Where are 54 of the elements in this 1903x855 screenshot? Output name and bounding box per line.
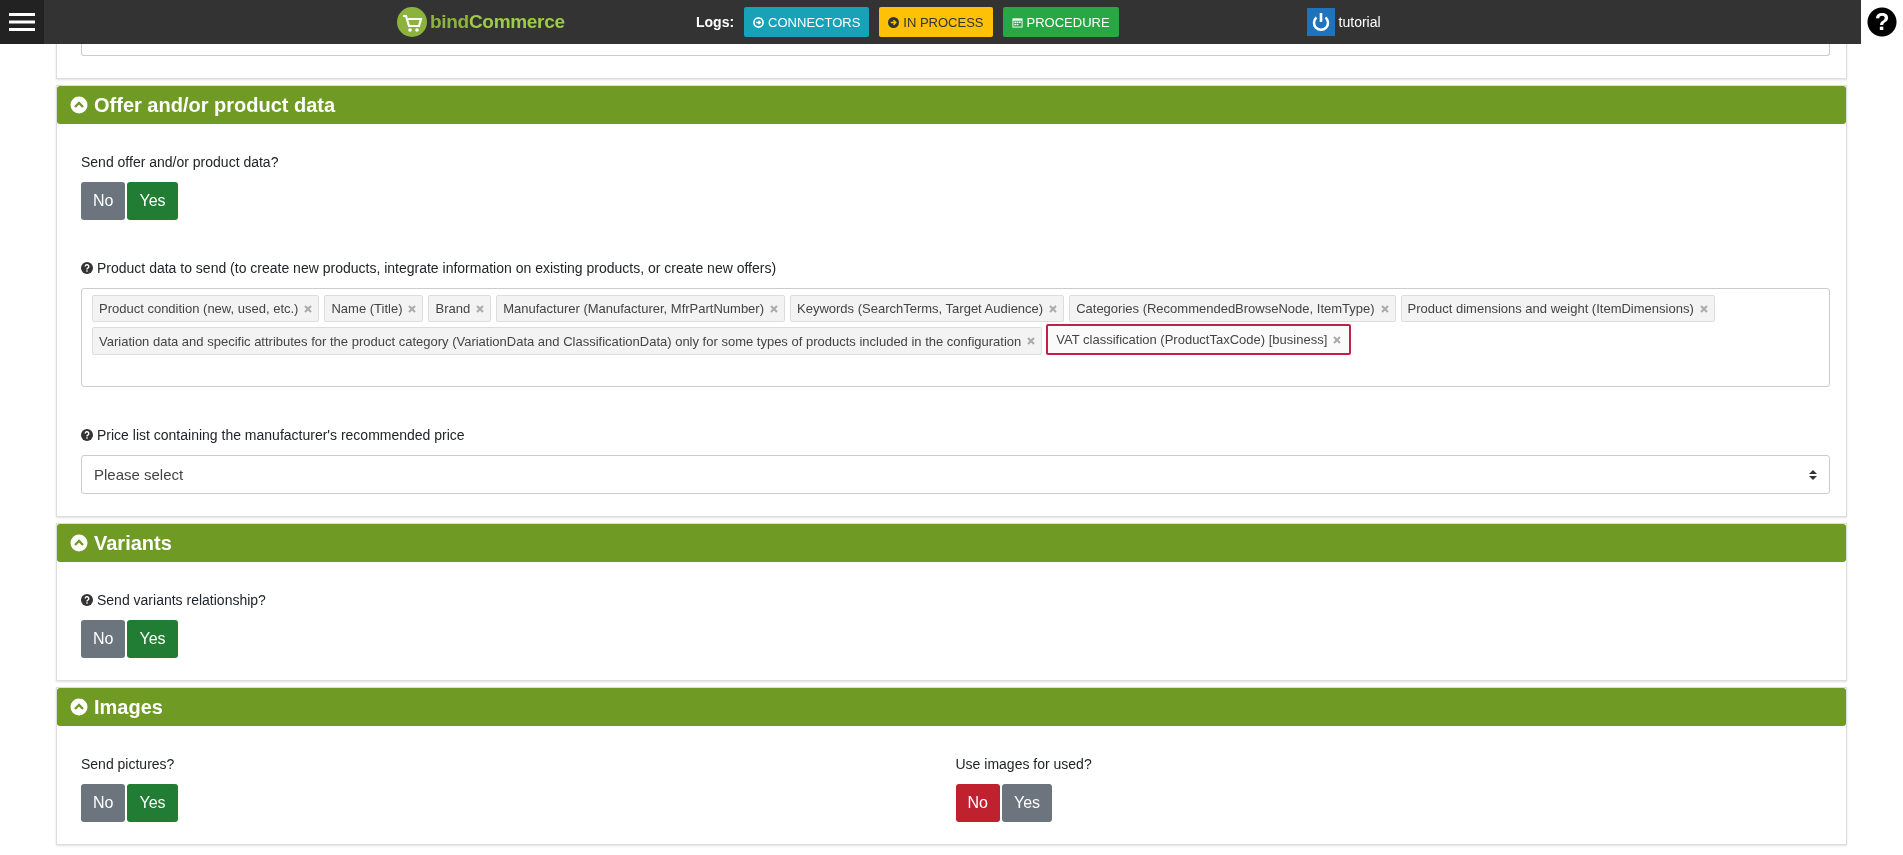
chevron-circle-icon bbox=[70, 698, 88, 716]
help-button[interactable]: ? bbox=[1861, 0, 1903, 44]
field-label: Use images for used? bbox=[955, 756, 1092, 772]
remove-icon[interactable] bbox=[1027, 337, 1036, 345]
toggle-option[interactable]: No bbox=[81, 620, 126, 658]
toggle-option[interactable]: Yes bbox=[127, 784, 178, 822]
arrow-circle-icon bbox=[888, 16, 900, 28]
input-field[interactable] bbox=[81, 43, 1830, 56]
toggle-option[interactable]: No bbox=[81, 784, 126, 822]
calendar-icon bbox=[1011, 16, 1023, 28]
remove-icon[interactable] bbox=[1333, 335, 1342, 344]
logo-text: bindCommerce bbox=[430, 11, 565, 33]
toggle-option[interactable]: Yes bbox=[1001, 784, 1053, 822]
user-name[interactable]: tutorial bbox=[1338, 14, 1381, 30]
remove-icon[interactable] bbox=[408, 304, 417, 313]
menu-button[interactable] bbox=[0, 0, 44, 44]
tag[interactable]: VAT classification (ProductTaxCode) [business] bbox=[1046, 324, 1352, 355]
remove-icon[interactable] bbox=[304, 304, 313, 313]
chevron-circle-icon bbox=[70, 96, 88, 114]
logs-label: Logs: bbox=[696, 14, 735, 30]
toggle-option[interactable]: No bbox=[81, 182, 126, 220]
remove-icon[interactable] bbox=[1049, 304, 1058, 313]
tag[interactable]: Product dimensions and weight (ItemDimensions) bbox=[1400, 295, 1715, 322]
field-label: Send offer and/or product data? bbox=[81, 154, 279, 170]
section-title: Variants bbox=[94, 531, 172, 555]
remove-icon[interactable] bbox=[770, 304, 778, 313]
tag[interactable]: Product condition (new, used, etc.) bbox=[92, 295, 320, 322]
tag[interactable]: Manufacturer (Manufacturer, MfrPartNumber) bbox=[496, 295, 785, 322]
tag[interactable]: Name (Title) bbox=[324, 295, 424, 322]
tag[interactable]: Variation data and specific attributes for the product category (VariationData and ClassificationData) only for some types of products included in the configuration bbox=[92, 327, 1043, 355]
field-label: Product data to send (to create new products, integrate information on existing products, or create new offers) bbox=[97, 260, 777, 276]
log-button[interactable]: IN PROCESS bbox=[879, 7, 993, 37]
tag[interactable]: Brand bbox=[428, 295, 492, 322]
tags-field[interactable] bbox=[81, 288, 1830, 387]
menu-icon bbox=[9, 12, 35, 32]
field-label: Send pictures? bbox=[81, 756, 175, 772]
section-title: Images bbox=[94, 695, 163, 719]
remove-icon[interactable] bbox=[476, 304, 485, 313]
remove-icon[interactable] bbox=[1699, 304, 1708, 313]
toggle-option[interactable]: No bbox=[955, 784, 1000, 822]
select-field[interactable]: Please select bbox=[81, 455, 1830, 494]
chevron-circle-icon bbox=[70, 534, 88, 552]
sort-caret-icon bbox=[1809, 468, 1817, 481]
power-icon[interactable] bbox=[1306, 8, 1335, 36]
tag[interactable]: Keywords (SearchTerms, Target Audience) bbox=[790, 295, 1065, 322]
circle-arrow-icon bbox=[753, 16, 765, 28]
section-title: Offer and/or product data bbox=[94, 93, 336, 117]
remove-icon[interactable] bbox=[1380, 304, 1389, 313]
field-label: Send variants relationship? bbox=[97, 592, 266, 608]
toggle-option[interactable]: Yes bbox=[127, 182, 178, 220]
toggle-option[interactable]: Yes bbox=[127, 620, 178, 658]
field-label: Price list containing the manufacturer's recommended price bbox=[97, 427, 465, 443]
cart-logo-icon bbox=[396, 6, 428, 38]
tag[interactable]: Categories (RecommendedBrowseNode, ItemType) bbox=[1069, 295, 1396, 322]
